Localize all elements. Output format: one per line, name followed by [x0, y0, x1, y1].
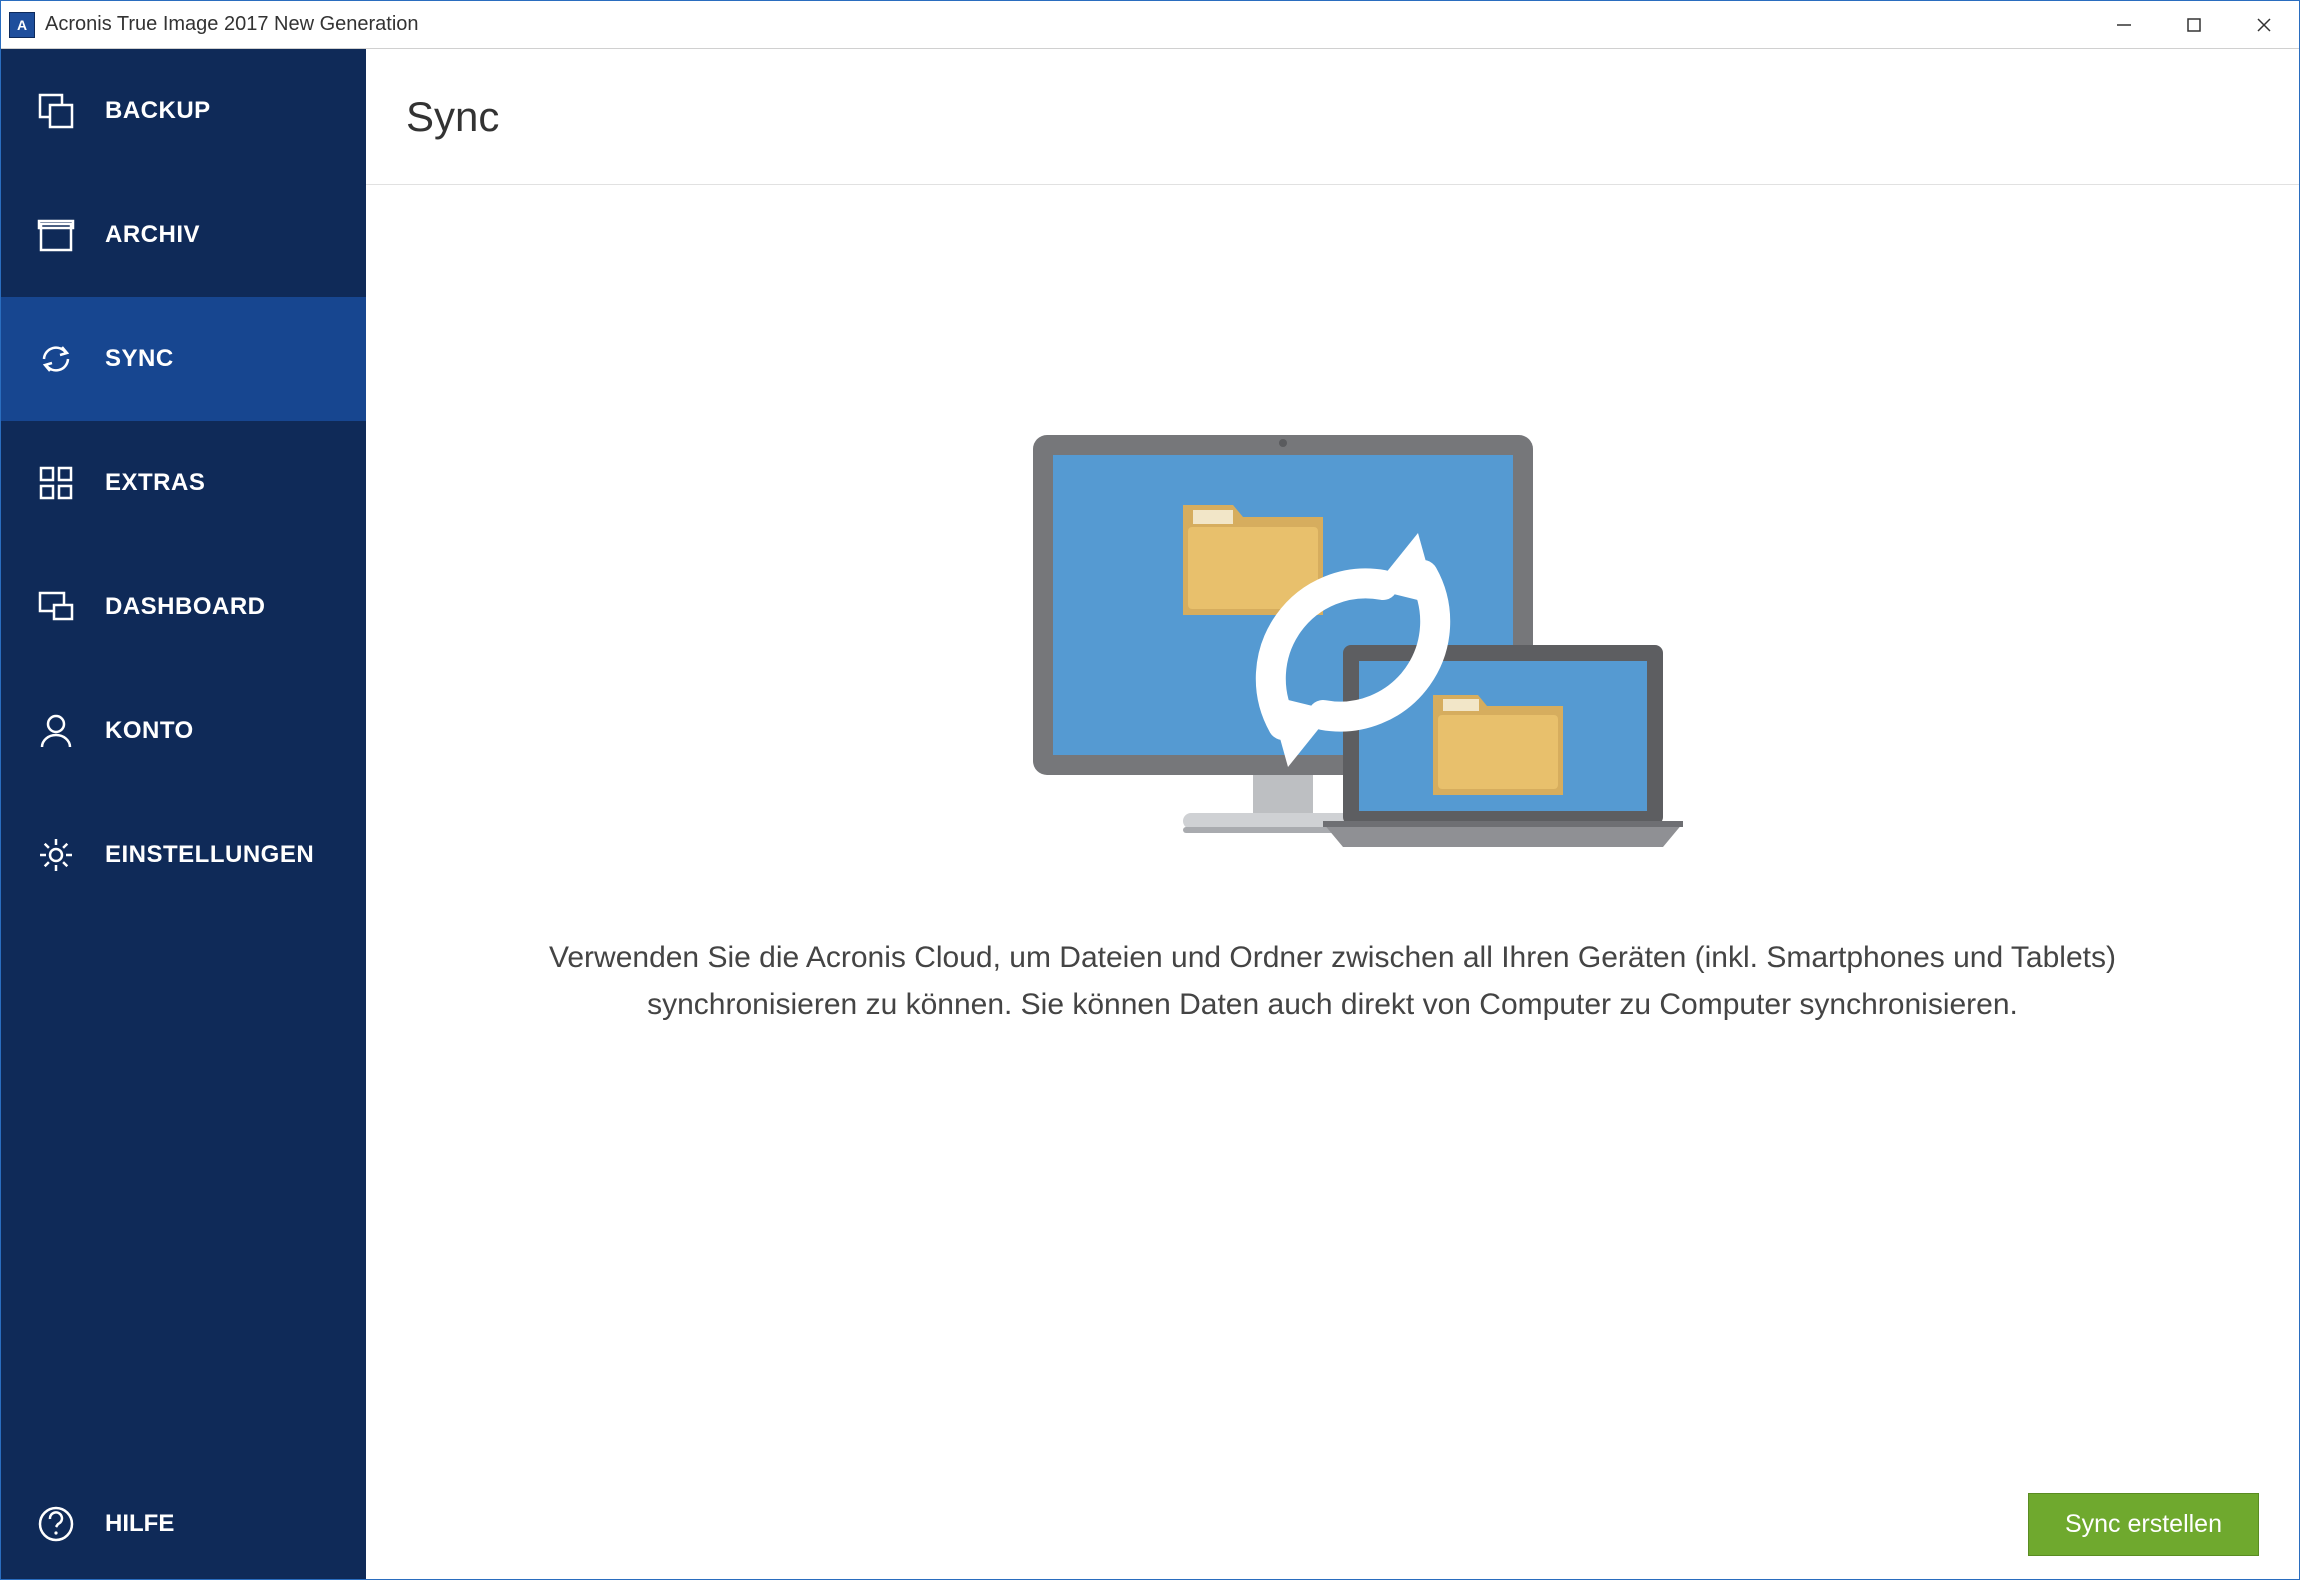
sidebar: BACKUP ARCHIV SYNC	[1, 49, 366, 1579]
sidebar-item-backup[interactable]: BACKUP	[1, 49, 366, 173]
main-panel: Sync	[366, 49, 2299, 1579]
sidebar-item-einstellungen[interactable]: EINSTELLUNGEN	[1, 793, 366, 917]
titlebar: A Acronis True Image 2017 New Generation	[1, 1, 2299, 49]
app-icon: A	[9, 12, 35, 38]
sidebar-item-label: HILFE	[105, 1510, 174, 1538]
sidebar-item-label: SYNC	[105, 345, 174, 373]
extras-icon	[35, 462, 77, 504]
sync-icon	[35, 338, 77, 380]
main-content: Verwenden Sie die Acronis Cloud, um Date…	[366, 185, 2299, 1469]
maximize-icon	[2185, 16, 2203, 34]
archive-icon	[35, 214, 77, 256]
close-button[interactable]	[2229, 1, 2299, 48]
page-title: Sync	[406, 93, 499, 141]
sidebar-item-dashboard[interactable]: DASHBOARD	[1, 545, 366, 669]
window-controls	[2089, 1, 2299, 48]
window-title: Acronis True Image 2017 New Generation	[45, 13, 2089, 36]
sidebar-item-archiv[interactable]: ARCHIV	[1, 173, 366, 297]
sidebar-item-konto[interactable]: KONTO	[1, 669, 366, 793]
sidebar-item-label: EXTRAS	[105, 469, 205, 497]
dashboard-icon	[35, 586, 77, 628]
main-footer: Sync erstellen	[366, 1469, 2299, 1579]
maximize-button[interactable]	[2159, 1, 2229, 48]
sync-illustration	[983, 415, 1683, 855]
minimize-button[interactable]	[2089, 1, 2159, 48]
minimize-icon	[2115, 16, 2133, 34]
sidebar-item-label: EINSTELLUNGEN	[105, 841, 314, 869]
sidebar-item-label: KONTO	[105, 717, 194, 745]
sidebar-nav: BACKUP ARCHIV SYNC	[1, 49, 366, 1469]
sidebar-item-label: ARCHIV	[105, 221, 200, 249]
app-body: BACKUP ARCHIV SYNC	[1, 49, 2299, 1579]
sidebar-item-sync[interactable]: SYNC	[1, 297, 366, 421]
help-icon	[35, 1503, 77, 1545]
sidebar-item-label: BACKUP	[105, 97, 211, 125]
close-icon	[2255, 16, 2273, 34]
sidebar-item-hilfe[interactable]: HILFE	[1, 1469, 366, 1579]
sync-description: Verwenden Sie die Acronis Cloud, um Date…	[463, 935, 2203, 1028]
create-sync-button[interactable]: Sync erstellen	[2028, 1493, 2259, 1556]
app-window: A Acronis True Image 2017 New Generation…	[0, 0, 2300, 1580]
main-header: Sync	[366, 49, 2299, 185]
settings-icon	[35, 834, 77, 876]
sidebar-item-label: DASHBOARD	[105, 593, 266, 621]
backup-icon	[35, 90, 77, 132]
sidebar-item-extras[interactable]: EXTRAS	[1, 421, 366, 545]
account-icon	[35, 710, 77, 752]
